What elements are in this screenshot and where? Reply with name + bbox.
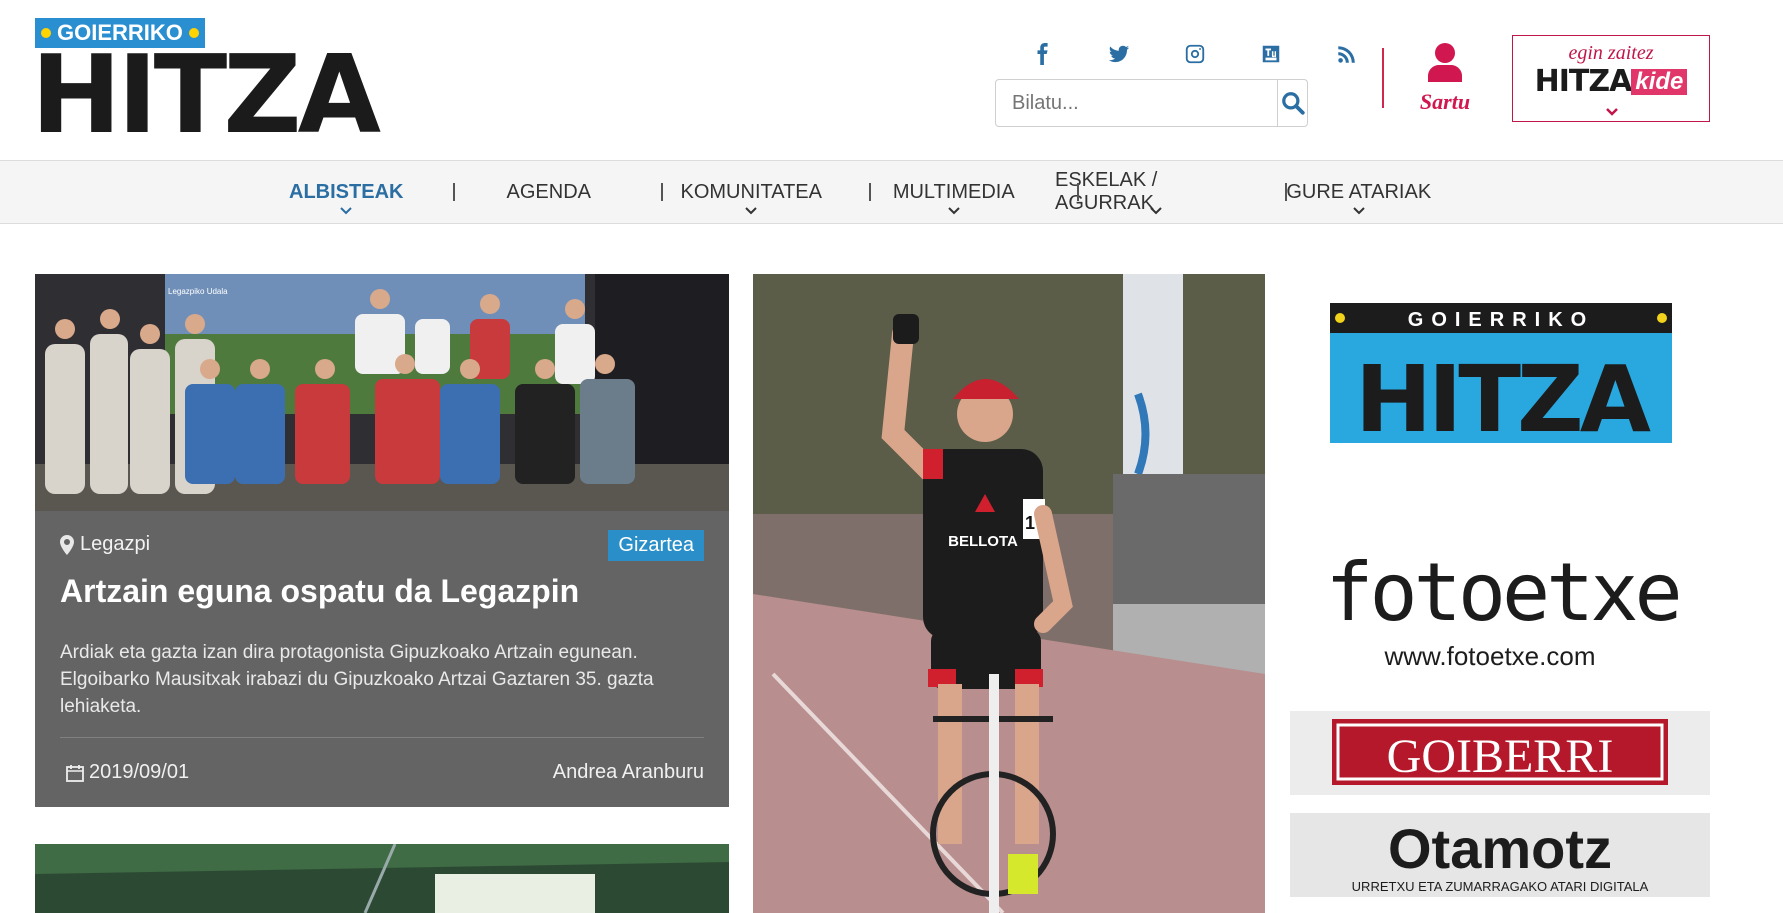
join-banner-suffix: kide (1631, 69, 1688, 95)
facebook-icon[interactable] (1005, 40, 1081, 68)
ad-goierriko-tag: GOIERRIKO (1408, 309, 1594, 331)
ad-otamotz[interactable]: Otamotz URRETXU ETA ZUMARRAGAKO ATARI DI… (1290, 813, 1710, 897)
chevron-down-icon (1150, 207, 1162, 215)
twitter-icon[interactable] (1081, 40, 1157, 68)
instagram-icon[interactable] (1157, 40, 1233, 68)
login-button[interactable]: Sartu (1412, 42, 1478, 114)
ad-fotoetxe[interactable]: fotoetxe www.fotoetxe.com (1315, 540, 1690, 680)
nav-separator (661, 183, 663, 201)
join-banner-brand: HITZA (1534, 64, 1633, 99)
article-card[interactable]: Legazpiko Udala Legazpi Gizartea Artzain… (35, 274, 729, 807)
divider (60, 737, 704, 738)
chevron-down-icon (1353, 207, 1365, 215)
calendar-icon (66, 764, 84, 782)
nav-item-komunitatea[interactable]: KOMUNITATEA (650, 161, 853, 223)
nav-item-label: MULTIMEDIA (892, 180, 1015, 203)
article-card-2[interactable] (35, 844, 729, 913)
article-date-text: 2019/09/01 (89, 761, 190, 783)
article-photo[interactable]: Legazpiko Udala (35, 274, 729, 511)
article-location-text: Legazpi (80, 533, 151, 555)
nav-separator (453, 183, 455, 201)
user-icon (1428, 43, 1462, 82)
nav-item-multimedia[interactable]: MULTIMEDIA (853, 161, 1056, 223)
nav-item-label: AGENDA (506, 180, 591, 203)
ad-goiberri[interactable]: GOIBERRI (1290, 711, 1710, 795)
site-logo[interactable]: GOIERRIKO HITZA (31, 18, 381, 150)
ad-fotoetxe-url: www.fotoetxe.com (1384, 641, 1596, 671)
featured-photo[interactable]: 17 BELLOTA (753, 274, 1265, 913)
logo-word: HITZA (31, 33, 381, 158)
header-divider (1382, 48, 1384, 108)
ad-fotoetxe-name: fotoetxe (1325, 546, 1678, 639)
youtube-icon[interactable] (1233, 40, 1309, 68)
chevron-down-icon (745, 207, 757, 215)
article-location: Legazpi (60, 533, 150, 556)
search-button[interactable] (1277, 80, 1307, 126)
nav-item-agenda[interactable]: AGENDA (448, 161, 651, 223)
nav-separator (1285, 183, 1287, 201)
nav-item-label: ALBISTEAK (289, 180, 404, 203)
ad-goierriko-hitza[interactable]: GOIERRIKO HITZA (1330, 303, 1672, 453)
ad-otamotz-sub: URRETXU ETA ZUMARRAGAKO ATARI DIGITALA (1352, 879, 1649, 894)
join-banner[interactable]: egin zaitez HITZA kide (1512, 35, 1710, 122)
ad-goiberri-name: GOIBERRI (1387, 730, 1614, 783)
search-box (995, 79, 1308, 127)
article-body: Legazpi Gizartea Artzain eguna ospatu da… (35, 511, 729, 807)
article-lead: Ardiak eta gazta izan dira protagonista … (60, 642, 654, 717)
social-links (1005, 40, 1385, 68)
search-icon (1281, 92, 1305, 115)
rss-icon[interactable] (1309, 40, 1385, 68)
chevron-down-icon (1606, 108, 1618, 116)
join-banner-line1: egin zaitez (1568, 42, 1654, 64)
location-pin-icon (60, 534, 74, 555)
jersey-text: BELLOTA (948, 533, 1018, 550)
login-label: Sartu (1419, 89, 1471, 114)
photo-banner-text: Legazpiko Udala (168, 287, 228, 296)
search-input[interactable] (996, 80, 1277, 126)
main-nav: ALBISTEAK AGENDA KOMUNITATEA MULTIMEDIA … (0, 160, 1783, 224)
nav-item-albisteak[interactable]: ALBISTEAK (245, 161, 448, 223)
nav-separator (869, 183, 871, 201)
ad-goierriko-word: HITZA (1355, 346, 1651, 443)
nav-item-label: GURE ATARIAK (1286, 180, 1432, 203)
nav-item-label: KOMUNITATEA (680, 180, 822, 203)
page: GOIERRIKO HITZA Bilatu... Sartu egin zai… (0, 0, 1783, 913)
chevron-down-icon (948, 207, 960, 215)
chevron-down-icon (340, 207, 352, 215)
header: GOIERRIKO HITZA Bilatu... Sartu egin zai… (0, 0, 1783, 160)
ad-otamotz-name: Otamotz (1388, 817, 1612, 880)
nav-item-gure-atariak[interactable]: GURE ATARIAK (1258, 161, 1461, 223)
nav-separator (1077, 183, 1079, 201)
article-title[interactable]: Artzain eguna ospatu da Legazpin (60, 573, 700, 610)
nav-item-eskelak[interactable]: ESKELAK / AGURRAK (1055, 161, 1258, 223)
category-badge[interactable]: Gizartea (608, 530, 704, 561)
article-date: 2019/09/01 (65, 761, 189, 784)
article-author[interactable]: Andrea Aranburu (553, 761, 704, 784)
